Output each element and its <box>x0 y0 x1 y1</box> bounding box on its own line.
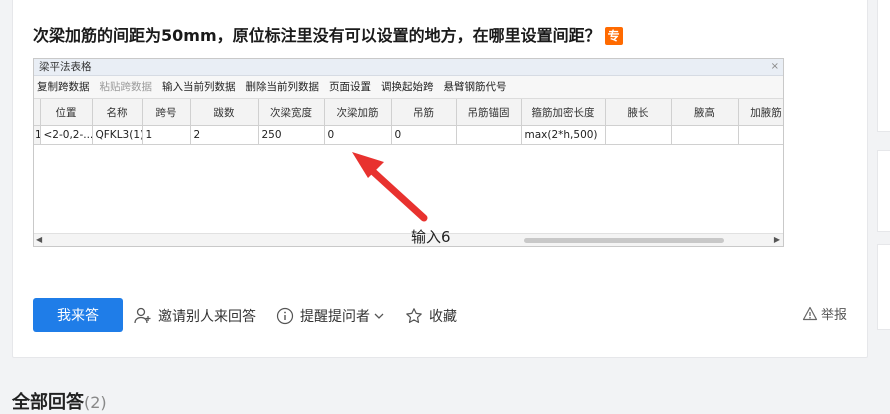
invite-link[interactable]: 邀请别人来回答 <box>134 306 256 326</box>
favorite-label: 收藏 <box>429 309 457 325</box>
invite-label: 邀请别人来回答 <box>158 309 256 325</box>
remind-dropdown[interactable]: 提醒提问者 <box>276 306 385 326</box>
warning-icon <box>802 306 818 321</box>
all-answers-header: 全部回答(2) <box>12 388 107 414</box>
annotation-arrow-icon <box>352 152 428 222</box>
report-link[interactable]: 举报 <box>802 304 847 323</box>
remind-label: 提醒提问者 <box>300 309 370 325</box>
invite-user-icon <box>134 307 151 324</box>
answer-button[interactable]: 我来答 <box>33 298 123 332</box>
report-label: 举报 <box>821 308 848 323</box>
chevron-down-icon <box>374 313 384 319</box>
favorite-button[interactable]: 收藏 <box>405 306 457 326</box>
star-icon <box>406 308 422 323</box>
annotation-text: 输入6 <box>411 228 451 246</box>
all-answers-label: 全部回答 <box>12 392 84 413</box>
answer-count: (2) <box>84 393 107 412</box>
info-icon <box>276 307 294 325</box>
